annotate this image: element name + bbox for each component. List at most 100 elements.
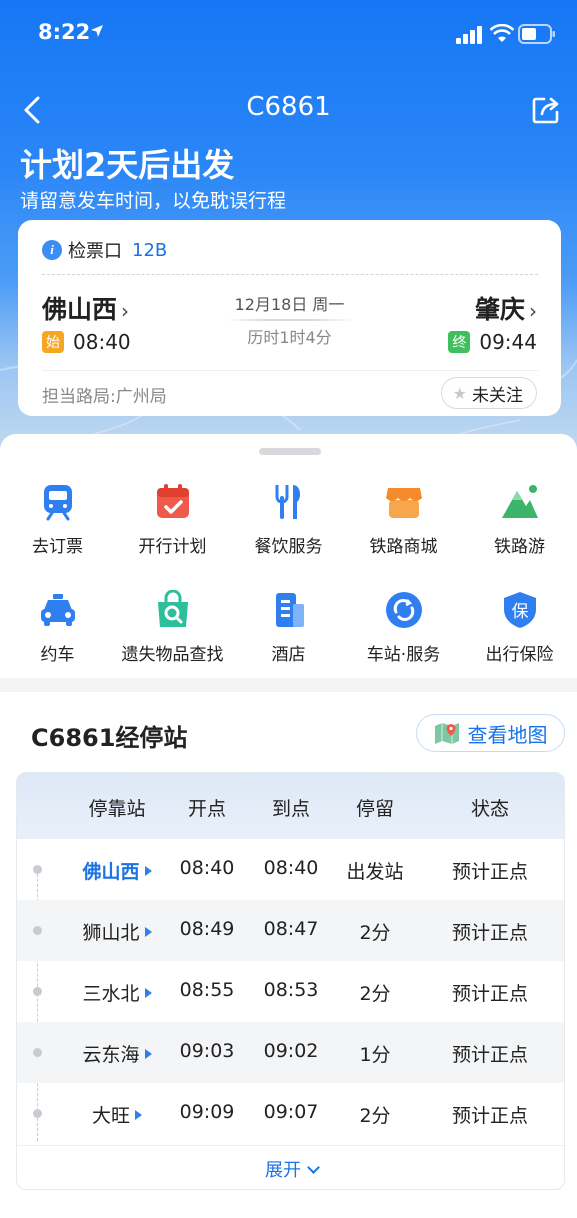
table-row[interactable]: 大旺 09:09 09:07 2分 预计正点: [17, 1083, 564, 1144]
stop-duration: 2分: [359, 922, 391, 944]
svg-text:保: 保: [511, 602, 528, 622]
service-dining[interactable]: 餐饮服务: [231, 482, 346, 557]
cellular-signal-icon: [456, 26, 482, 44]
share-icon[interactable]: [530, 94, 562, 126]
stop-duration: 2分: [359, 1105, 391, 1127]
stops-section: C6861经停站 查看地图 停靠站 开点 到点 停留 状态 佛山西 08:40 …: [0, 692, 577, 1218]
arrival-time-row: 终 09:44: [448, 330, 537, 354]
play-arrow-icon: [144, 927, 152, 937]
chevron-right-icon: ›: [529, 299, 537, 323]
insurance-icon: 保: [503, 592, 536, 628]
stop-arrival: 09:07: [263, 1101, 319, 1123]
trip-date: 12月18日 周一: [234, 295, 345, 314]
page-title: C6861: [246, 92, 331, 122]
play-arrow-icon: [144, 988, 152, 998]
info-icon: i: [42, 240, 62, 260]
trip-line: [226, 319, 354, 321]
play-arrow-icon: [135, 1110, 142, 1120]
service-insurance[interactable]: 保 出行保险: [462, 590, 577, 665]
origin-tag: 始: [42, 331, 64, 353]
expand-button[interactable]: 展开: [17, 1145, 564, 1189]
stop-duration: 1分: [359, 1044, 391, 1066]
column-header: 到点: [271, 798, 310, 820]
plan-subtitle: 请留意发车时间，以免耽误行程: [20, 190, 287, 212]
stop-station[interactable]: 三水北: [62, 979, 172, 1006]
service-railway-mall[interactable]: 铁路商城: [346, 482, 461, 557]
table-row[interactable]: 三水北 08:55 08:53 2分 预计正点: [17, 961, 564, 1022]
follow-button[interactable]: ★ 未关注: [440, 377, 537, 409]
table-row[interactable]: 云东海 09:03 09:02 1分 预计正点: [17, 1022, 564, 1083]
departure-station[interactable]: 佛山西 ›: [42, 290, 129, 326]
stops-title: C6861经停站: [31, 724, 188, 752]
departure-station-name: 佛山西: [42, 295, 118, 324]
stop-arrival: 08:53: [263, 979, 319, 1001]
stop-station[interactable]: 大旺: [62, 1101, 172, 1128]
stop-duration: 2分: [359, 983, 391, 1005]
stop-departure: 08:49: [179, 918, 235, 940]
stop-departure: 08:40: [179, 857, 235, 879]
column-header: 停留: [355, 798, 394, 820]
table-header: 停靠站 开点 到点 停留 状态: [17, 773, 564, 839]
timeline-dot: [33, 1109, 42, 1118]
drag-handle[interactable]: [259, 448, 321, 455]
stop-duration: 出发站: [346, 861, 404, 883]
timeline-dot: [33, 1048, 42, 1057]
service-lost-and-found[interactable]: 遗失物品查找: [115, 590, 230, 665]
stop-status: 预计正点: [451, 983, 528, 1005]
service-book-ticket[interactable]: 去订票: [0, 482, 115, 557]
service-railway-travel[interactable]: 铁路游: [462, 482, 577, 557]
timeline-dot: [33, 865, 42, 874]
departure-time-row: 始 08:40: [42, 330, 131, 354]
ticket-card: i 检票口 12B 佛山西 › 始 08:40 12月18日 周一 历时1时4分 …: [18, 220, 561, 416]
terminal-tag: 终: [448, 331, 471, 353]
stop-arrival: 08:40: [263, 857, 319, 879]
railway-bureau: 担当路局:广州局: [42, 387, 167, 407]
star-icon: ★: [452, 383, 467, 403]
column-header: 停靠站: [88, 798, 146, 820]
stop-status: 预计正点: [451, 1044, 528, 1066]
dining-icon: [275, 485, 300, 519]
service-taxi[interactable]: 约车: [0, 590, 115, 665]
arrival-time: 09:44: [479, 330, 537, 354]
stop-station[interactable]: 云东海: [62, 1040, 172, 1067]
chevron-right-icon: ›: [121, 299, 130, 323]
dashed-divider: [42, 274, 538, 275]
timeline-dot: [33, 987, 42, 996]
wifi-icon: [490, 24, 514, 42]
train-ticket-icon: [43, 485, 72, 521]
status-bar: 8:22: [0, 0, 577, 70]
view-map-label: 查看地图: [467, 722, 548, 747]
battery-icon: [518, 24, 555, 44]
plan-title: 计划2天后出发: [20, 146, 235, 184]
trip-duration: 历时1时4分: [247, 328, 332, 347]
stop-station[interactable]: 佛山西: [62, 857, 172, 884]
mountain-icon: [501, 485, 538, 518]
calendar-check-icon: [156, 484, 189, 518]
divider: [42, 370, 538, 371]
service-station[interactable]: 车站·服务: [346, 590, 461, 665]
column-header: 状态: [470, 798, 509, 820]
table-row[interactable]: 狮山北 08:49 08:47 2分 预计正点: [17, 900, 564, 961]
arrival-station[interactable]: 肇庆 ›: [475, 290, 537, 326]
arrival-station-name: 肇庆: [474, 295, 525, 324]
stop-departure: 09:09: [179, 1101, 235, 1123]
view-map-button[interactable]: 查看地图: [416, 714, 565, 752]
table-row[interactable]: 佛山西 08:40 08:40 出发站 预计正点: [17, 839, 564, 900]
play-arrow-icon: [144, 866, 152, 876]
lost-found-icon: [157, 590, 188, 627]
column-header: 开点: [187, 798, 226, 820]
stop-arrival: 08:47: [263, 918, 319, 940]
gate-info: i 检票口 12B: [42, 237, 167, 263]
gate-number: 12B: [132, 239, 168, 261]
shop-icon: [385, 488, 422, 518]
service-schedule[interactable]: 开行计划: [115, 482, 230, 557]
hotel-icon: [275, 593, 304, 627]
stop-station[interactable]: 狮山北: [62, 918, 172, 945]
play-arrow-icon: [144, 1049, 152, 1059]
gate-label: 检票口: [68, 241, 122, 262]
service-hotel[interactable]: 酒店: [231, 590, 346, 665]
taxi-icon: [40, 594, 75, 626]
stop-status: 预计正点: [451, 1105, 528, 1127]
stop-departure: 09:03: [179, 1040, 235, 1062]
stop-departure: 08:55: [179, 979, 235, 1001]
